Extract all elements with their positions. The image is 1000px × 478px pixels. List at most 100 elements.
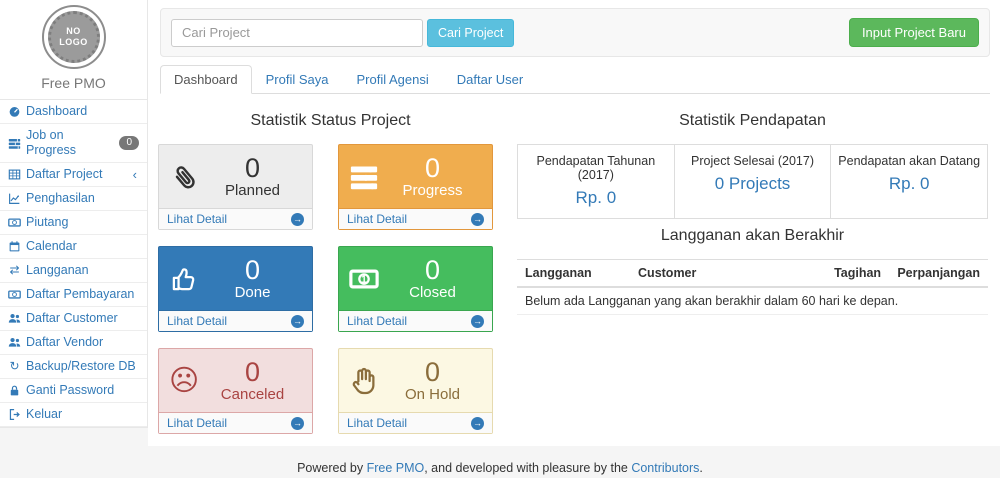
sidebar-item-backup-restore[interactable]: ↻ Backup/Restore DB [0,355,147,378]
contributors-link[interactable]: Contributors [631,461,699,475]
money-icon [8,288,21,301]
stat-value: Rp. 0 [524,188,668,208]
subscriptions-table: Langganan Customer Tagihan Perpanjangan … [517,259,988,315]
main-content: Cari Project Input Project Baru Dashboar… [148,0,1000,446]
stat-project-selesai: Project Selesai (2017) 0 Projects [675,145,832,218]
col-tagihan: Tagihan [818,260,889,288]
sidebar-item-label: Backup/Restore DB [26,359,136,374]
sidebar-item-piutang[interactable]: Piutang [0,211,147,234]
logo-line2: LOGO [59,37,88,48]
sidebar-item-label: Job on Progress [26,128,114,158]
card-label: Canceled [203,386,302,404]
sidebar-item-dashboard[interactable]: Dashboard [0,100,147,123]
sidebar-item-daftar-vendor[interactable]: Daftar Vendor [0,331,147,354]
status-card-on-hold: 0 On Hold Lihat Detail → [338,348,493,434]
table-row-empty: Belum ada Langganan yang akan berakhir d… [517,287,988,315]
new-project-button[interactable]: Input Project Baru [849,18,979,47]
sidebar-menu: Dashboard Job on Progress 0 Daftar Proje… [0,99,147,427]
status-card-planned: 0 Planned Lihat Detail → [158,144,313,230]
lihat-detail-link[interactable]: Lihat Detail [347,416,407,430]
sidebar-item-keluar[interactable]: Keluar [0,403,147,426]
status-cards: 0 Planned Lihat Detail → [158,144,503,434]
subscriptions-title: Langganan akan Berakhir [517,227,988,245]
stat-value: 0 Projects [681,174,825,194]
status-card-done: 0 Done Lihat Detail → [158,246,313,332]
sidebar-item-label: Daftar Vendor [26,335,103,350]
sidebar-item-label: Ganti Password [26,383,114,398]
sidebar-item-label: Piutang [26,215,68,230]
col-langganan: Langganan [517,260,630,288]
card-count: 0 [203,358,302,386]
money-icon [8,216,21,229]
lihat-detail-link[interactable]: Lihat Detail [167,314,227,328]
sidebar-item-label: Daftar Pembayaran [26,287,134,302]
dashboard-icon [8,105,21,118]
sidebar-item-daftar-project[interactable]: Daftar Project ‹ [0,163,147,186]
arrow-circle-right-icon[interactable]: → [471,213,484,226]
table-icon [8,168,21,181]
app-page: NO LOGO Free PMO Dashboard Job on Progre… [0,0,1000,446]
status-section-title: Statistik Status Project [158,112,503,130]
sidebar-item-label: Dashboard [26,104,87,119]
logo-badge: NO LOGO [42,5,106,69]
arrow-circle-right-icon[interactable]: → [471,417,484,430]
stat-pendapatan-tahunan: Pendapatan Tahunan (2017) Rp. 0 [518,145,675,218]
col-customer: Customer [630,260,818,288]
tab-profil-saya[interactable]: Profil Saya [252,65,343,94]
income-section-title: Statistik Pendapatan [517,112,988,130]
users-icon [8,336,21,349]
arrow-circle-right-icon[interactable]: → [471,315,484,328]
income-section: Statistik Pendapatan Pendapatan Tahunan … [517,104,988,434]
arrow-circle-right-icon[interactable]: → [291,417,304,430]
card-count: 0 [383,256,482,284]
sidebar-item-penghasilan[interactable]: Penghasilan [0,187,147,210]
sidebar-item-ganti-password[interactable]: Ganti Password [0,379,147,402]
top-navbar: Cari Project Input Project Baru [160,8,990,57]
footer-text: Powered by [297,461,366,475]
sidebar-item-calendar[interactable]: Calendar [0,235,147,258]
sidebar-item-daftar-pembayaran[interactable]: Daftar Pembayaran [0,283,147,306]
lihat-detail-link[interactable]: Lihat Detail [347,314,407,328]
tasks-icon [8,137,21,150]
sidebar-item-label: Keluar [26,407,62,422]
tab-profil-agensi[interactable]: Profil Agensi [342,65,442,94]
income-stats: Pendapatan Tahunan (2017) Rp. 0 Project … [517,144,988,219]
thumbs-up-icon [169,264,203,294]
tab-dashboard[interactable]: Dashboard [160,65,252,94]
card-label: Closed [383,284,482,302]
sidebar-item-langganan[interactable]: ⇄ Langganan [0,259,147,282]
job-count-badge: 0 [119,136,139,150]
footer-text: . [699,461,702,475]
tab-daftar-user[interactable]: Daftar User [443,65,537,94]
card-count: 0 [203,154,302,182]
lihat-detail-link[interactable]: Lihat Detail [167,416,227,430]
frown-icon: ☹ [169,366,203,396]
tasks-icon [349,162,383,192]
sidebar: NO LOGO Free PMO Dashboard Job on Progre… [0,0,148,428]
lihat-detail-link[interactable]: Lihat Detail [167,212,227,226]
stat-value: Rp. 0 [837,174,981,194]
search-button[interactable]: Cari Project [427,19,514,47]
stat-label: Pendapatan akan Datang [837,154,981,168]
sidebar-item-daftar-customer[interactable]: Daftar Customer [0,307,147,330]
calendar-icon [8,240,21,253]
line-chart-icon [8,192,21,205]
card-count: 0 [383,154,482,182]
sidebar-item-label: Penghasilan [26,191,95,206]
status-card-closed: 0 Closed Lihat Detail → [338,246,493,332]
page-footer: Powered by Free PMO, and developed with … [0,446,1000,478]
sidebar-item-label: Langganan [26,263,89,278]
money-icon [349,264,383,294]
logo-line1: NO [66,26,81,37]
status-section: Statistik Status Project 0 Planned Lihat… [158,104,503,434]
status-card-canceled: ☹ 0 Canceled Lihat Detail → [158,348,313,434]
stat-label: Pendapatan Tahunan (2017) [524,154,668,182]
sidebar-item-job-on-progress[interactable]: Job on Progress 0 [0,124,147,162]
arrow-circle-right-icon[interactable]: → [291,315,304,328]
retweet-icon: ⇄ [8,264,21,277]
lihat-detail-link[interactable]: Lihat Detail [347,212,407,226]
card-label: Progress [383,182,482,200]
free-pmo-link[interactable]: Free PMO [367,461,425,475]
search-input[interactable] [171,19,423,47]
arrow-circle-right-icon[interactable]: → [291,213,304,226]
